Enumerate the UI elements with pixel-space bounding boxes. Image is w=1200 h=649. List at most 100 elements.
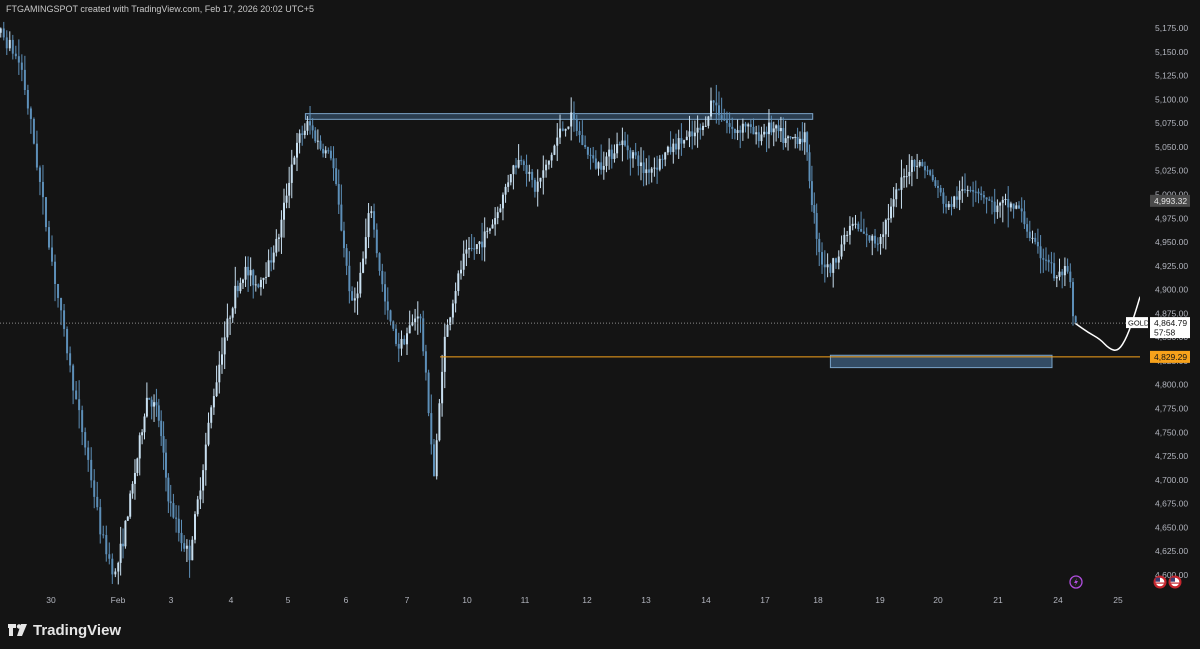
candle-body xyxy=(772,128,775,133)
candle-body xyxy=(99,507,102,535)
candle-body xyxy=(54,261,57,284)
candle-body xyxy=(594,158,597,169)
candle-body xyxy=(66,328,69,354)
candle-body xyxy=(767,122,770,135)
candle-body xyxy=(977,191,980,194)
candle-body xyxy=(378,253,381,271)
candle-body xyxy=(547,160,550,165)
candle-body xyxy=(937,185,939,188)
candle-body xyxy=(356,293,359,299)
candle-body xyxy=(196,499,199,515)
candle-body xyxy=(491,224,494,229)
price-chart[interactable]: 5,175.00 5,150.00 5,125.00 5,100.00 5,075.00… xyxy=(0,0,1200,609)
candle-body xyxy=(731,126,734,129)
candle-body xyxy=(1066,266,1069,272)
price-axis-label: 5,100.00 xyxy=(1155,94,1188,104)
candle-body xyxy=(993,201,996,213)
candle-body xyxy=(63,310,66,329)
candle-body xyxy=(202,470,205,491)
candle-body xyxy=(677,138,680,150)
candle-body xyxy=(470,247,473,249)
candle-body xyxy=(517,159,520,168)
candle-body xyxy=(575,119,578,131)
candle-body xyxy=(696,127,699,133)
candle-body xyxy=(1050,262,1053,264)
candle-body xyxy=(324,150,327,154)
candle-body xyxy=(306,121,309,131)
candle-body xyxy=(509,174,512,183)
candle-body xyxy=(733,128,736,133)
candle-body xyxy=(26,89,29,109)
candle-body xyxy=(175,517,178,519)
candle-body xyxy=(316,140,319,142)
candle-body xyxy=(923,166,926,171)
candle-body xyxy=(427,372,430,414)
candle-body xyxy=(468,247,471,250)
candle-body xyxy=(32,118,35,144)
candle-body xyxy=(865,233,868,236)
candle-body xyxy=(1031,237,1034,239)
time-axis-label: 6 xyxy=(344,595,349,605)
candle-body xyxy=(290,164,293,183)
candle-body xyxy=(180,532,183,544)
candle-body xyxy=(564,128,567,131)
candle-body xyxy=(259,279,262,288)
candle-body xyxy=(400,338,403,349)
candle-body xyxy=(860,229,863,232)
candle-body xyxy=(194,514,196,540)
candle-body xyxy=(533,179,536,192)
candle-body xyxy=(691,131,694,137)
candle-body xyxy=(117,562,120,572)
candle-body xyxy=(760,134,763,142)
candle-body xyxy=(542,170,545,178)
candle-body xyxy=(218,364,221,383)
candle-body xyxy=(277,237,280,239)
candle-body xyxy=(285,195,288,203)
candle-body xyxy=(704,125,707,127)
candle-body xyxy=(675,143,677,150)
candle-body xyxy=(791,137,794,139)
candle-body xyxy=(435,440,438,477)
candle-body xyxy=(550,154,553,161)
price-axis-label: 4,725.00 xyxy=(1155,451,1188,461)
candle-body xyxy=(950,204,953,207)
candle-body xyxy=(1047,259,1050,263)
candle-body xyxy=(868,235,871,241)
candle-body xyxy=(462,253,465,270)
candle-body xyxy=(60,298,63,311)
price-axis-label: 4,750.00 xyxy=(1155,427,1188,437)
candle-body xyxy=(332,158,335,169)
candle-body xyxy=(381,270,384,285)
candle-body xyxy=(884,219,887,235)
candle-body xyxy=(223,337,226,355)
candle-body xyxy=(384,284,387,302)
price-axis-label: 4,800.00 xyxy=(1155,380,1188,390)
candle-body xyxy=(796,136,799,145)
candle-body xyxy=(556,137,559,146)
candle-body xyxy=(522,161,525,166)
candle-body xyxy=(122,543,125,547)
candle-body xyxy=(280,219,283,238)
candle-body xyxy=(457,273,460,292)
candle-body xyxy=(364,237,367,259)
candle-body xyxy=(969,189,972,191)
candle-body xyxy=(966,189,969,191)
time-axis-label: 13 xyxy=(641,595,651,605)
candle-body xyxy=(408,325,411,334)
candle-body xyxy=(1034,237,1037,242)
candle-body xyxy=(910,160,913,172)
candle-body xyxy=(851,223,854,226)
candle-body xyxy=(717,105,720,116)
time-axis-label: 30 xyxy=(46,595,56,605)
candle-body xyxy=(972,190,975,192)
time-axis-label: 25 xyxy=(1113,595,1123,605)
candle-body xyxy=(293,157,296,165)
candle-body xyxy=(370,211,373,214)
candle-body xyxy=(2,28,5,38)
candle-body xyxy=(536,181,539,192)
price-axis-label: 4,625.00 xyxy=(1155,546,1188,556)
candle-body xyxy=(145,397,148,417)
candle-body xyxy=(451,303,454,318)
candle-body xyxy=(707,116,710,126)
candle-body xyxy=(353,298,356,301)
